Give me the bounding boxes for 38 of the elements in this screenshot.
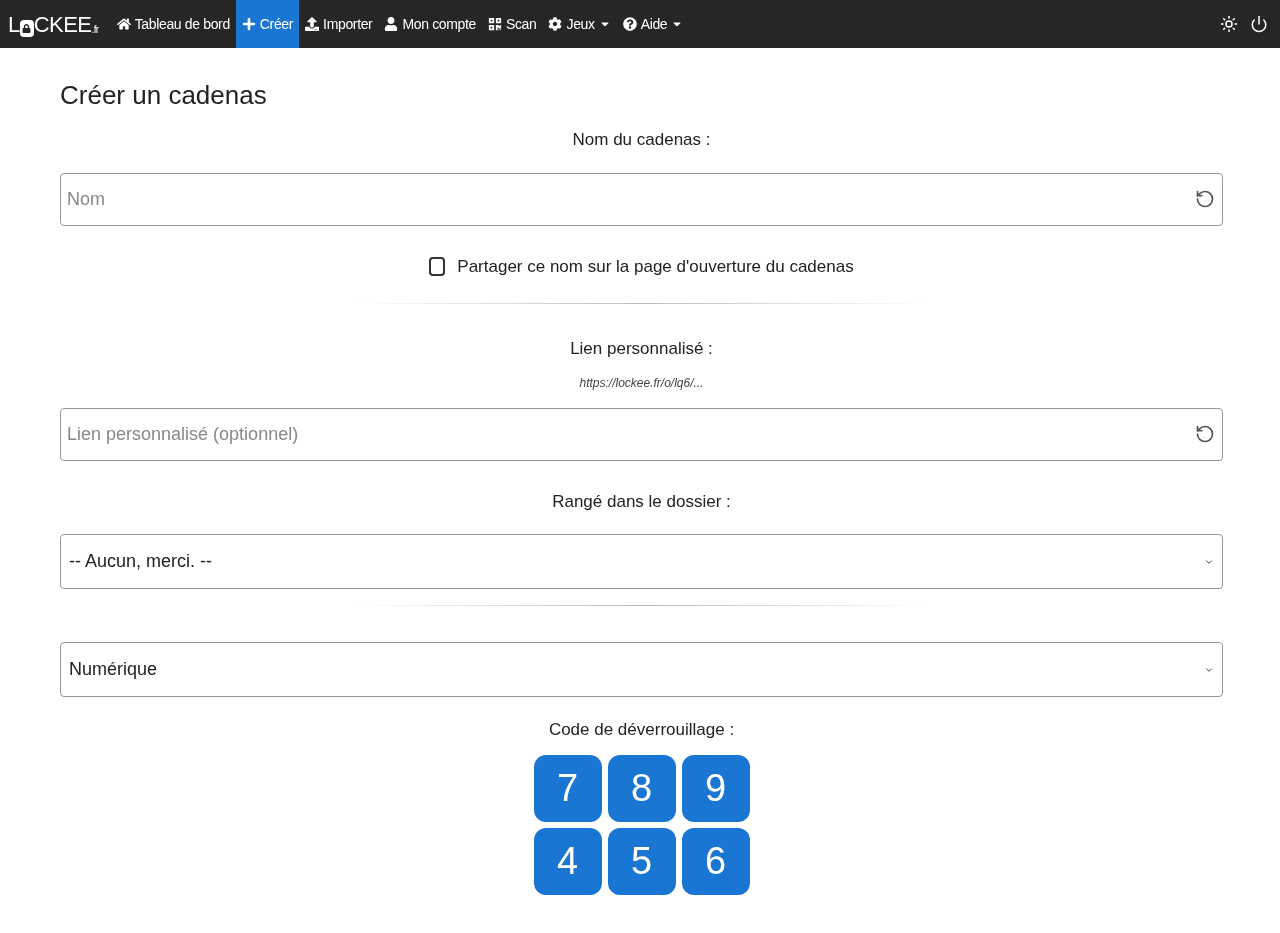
user-icon [384, 17, 399, 31]
field-label: Code de déverrouillage : [547, 719, 736, 741]
refresh-icon[interactable] [1195, 423, 1215, 444]
field-label: Rangé dans le dossier : [551, 490, 732, 513]
checkbox[interactable] [429, 256, 446, 276]
keypad-key[interactable]: 9 [681, 754, 750, 822]
name-input-field[interactable]: Nom [60, 172, 1223, 226]
lock-icon [19, 19, 34, 37]
plus-icon [241, 17, 256, 31]
keypad-key[interactable]: 6 [681, 827, 750, 895]
keypad-key[interactable]: 5 [607, 827, 676, 895]
keypad-key[interactable]: 4 [533, 827, 602, 895]
home-icon [116, 17, 131, 31]
checkbox-label: Partager ce nom sur la page d'ouverture du cadenas [457, 255, 854, 278]
nav-link[interactable]: Jeux [542, 0, 617, 48]
logo[interactable]: L CKEE.fr [8, 7, 99, 41]
nav-link[interactable]: Scan [481, 0, 543, 48]
folder-select[interactable]: -- Aucun, merci. -- [60, 534, 1223, 589]
theme-toggle-icon[interactable] [1220, 15, 1238, 33]
upload-icon [305, 17, 320, 31]
help-icon [622, 17, 637, 31]
field-label: Lien personnalisé : [569, 338, 714, 360]
power-icon[interactable] [1250, 15, 1268, 33]
link-preview: https://lockee.fr/o/lq6/... [578, 374, 705, 392]
gear-icon [548, 17, 563, 31]
keypad-key[interactable]: 7 [533, 754, 602, 822]
nav-link[interactable]: Aide [616, 0, 690, 48]
keypad-key[interactable]: 8 [607, 754, 676, 822]
nav-link[interactable]: Tableau de bord [110, 0, 236, 48]
refresh-icon[interactable] [1195, 188, 1215, 209]
type-select[interactable]: Numérique [60, 642, 1223, 697]
nav-link[interactable]: Importer [299, 0, 379, 48]
nav-link[interactable]: Mon compte [378, 0, 482, 48]
nav-link[interactable]: Créer [235, 0, 300, 48]
field-label: Nom du cadenas : [571, 129, 712, 151]
qr-code-icon [487, 17, 502, 31]
link-input-field[interactable]: Lien personnalisé (optionnel) [60, 407, 1223, 461]
page-title: Créer un cadenas [60, 79, 268, 112]
